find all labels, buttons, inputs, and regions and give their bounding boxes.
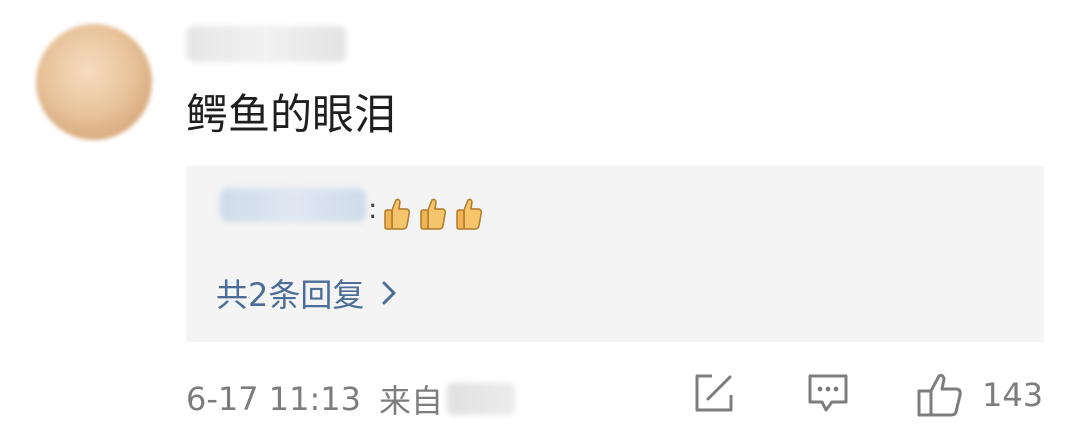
repost-button[interactable] bbox=[692, 371, 736, 415]
reply-separator: : bbox=[368, 192, 378, 225]
avatar[interactable] bbox=[36, 24, 152, 140]
comment-meta: 6-17 11:13 来自 bbox=[186, 376, 516, 422]
reply-preview-box[interactable]: : 共2条回复 bbox=[186, 166, 1044, 342]
reply-username-blurred[interactable] bbox=[220, 188, 366, 222]
thumbs-up-emoji-icon bbox=[456, 198, 482, 230]
thumbs-up-icon bbox=[917, 373, 962, 417]
like-button[interactable]: 143 bbox=[916, 371, 1043, 419]
reply-emoji-row bbox=[382, 196, 484, 232]
username-blurred[interactable] bbox=[186, 26, 346, 62]
comment-timestamp: 6-17 11:13 bbox=[186, 380, 362, 418]
comment-source-blurred bbox=[447, 383, 516, 415]
comment-icon bbox=[808, 374, 848, 412]
comment-button[interactable] bbox=[806, 371, 850, 415]
thumbs-up-emoji-icon bbox=[384, 198, 410, 230]
chevron-right-icon bbox=[382, 281, 396, 305]
reply-count-label: 共2条回复 bbox=[216, 276, 365, 314]
comment-text: 鳄鱼的眼泪 bbox=[186, 90, 397, 139]
like-count: 143 bbox=[982, 376, 1044, 414]
edit-share-icon bbox=[695, 374, 733, 412]
view-replies-link[interactable]: 共2条回复 bbox=[216, 270, 398, 316]
thumbs-up-emoji-icon bbox=[420, 198, 446, 230]
comment-source-prefix: 来自 bbox=[379, 382, 444, 420]
comment-card: 鳄鱼的眼泪 : 共2条回复 6-17 11:13 来自 143 bbox=[0, 0, 1079, 447]
